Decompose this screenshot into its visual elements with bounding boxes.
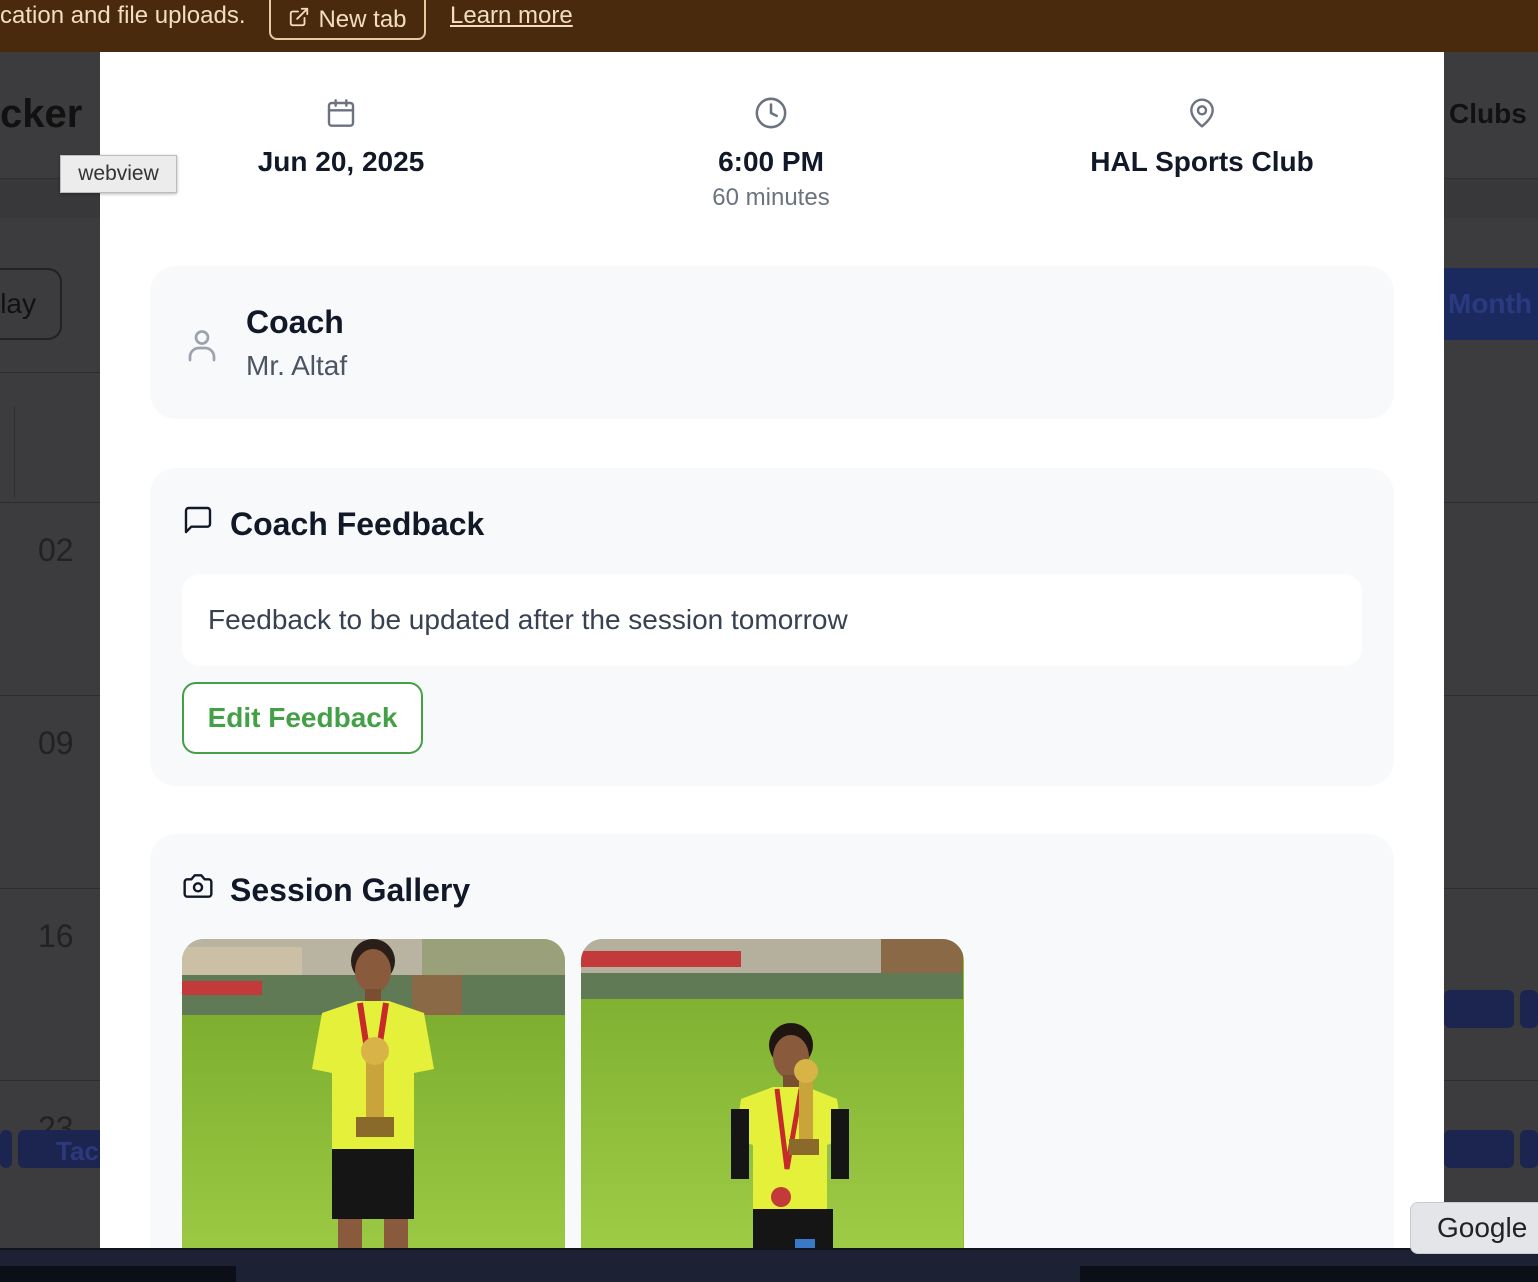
- webview-tooltip: webview: [60, 155, 177, 193]
- external-link-icon: [288, 6, 310, 35]
- notification-banner: cation and file uploads. New tab Learn m…: [0, 0, 1538, 52]
- session-date-info: Jun 20, 2025: [126, 96, 556, 178]
- gallery-heading: Session Gallery: [230, 871, 471, 908]
- day-view-button[interactable]: lay: [0, 268, 62, 340]
- gallery-photo[interactable]: [182, 939, 565, 1248]
- session-location-info: HAL Sports Club: [987, 96, 1417, 178]
- grid-line: [0, 1080, 100, 1081]
- grid-line: [1444, 1080, 1538, 1081]
- taskbar-segment: [1080, 1266, 1538, 1282]
- gallery-photo[interactable]: [581, 939, 964, 1248]
- grid-line: [0, 502, 100, 503]
- grid-line: [1444, 695, 1538, 696]
- app-title: cker: [0, 92, 83, 136]
- calendar-icon: [126, 96, 556, 132]
- event-chip[interactable]: [1520, 990, 1538, 1028]
- clock-icon: [556, 96, 986, 132]
- learn-more-link[interactable]: Learn more: [450, 2, 573, 30]
- grid-line: [14, 406, 15, 498]
- calendar-date: 09: [38, 725, 74, 761]
- gallery-heading-row: Session Gallery: [182, 870, 470, 910]
- new-tab-label: New tab: [318, 6, 407, 33]
- session-time-info: 6:00 PM 60 minutes: [556, 96, 986, 212]
- calendar-date: 02: [38, 532, 74, 568]
- coach-feedback-card: Coach Feedback Feedback to be updated af…: [150, 468, 1394, 786]
- grid-line: [0, 888, 100, 889]
- bottom-taskbar: [0, 1248, 1538, 1282]
- camera-icon: [182, 870, 214, 910]
- feedback-heading-row: Coach Feedback: [182, 504, 484, 544]
- edit-feedback-button[interactable]: Edit Feedback: [182, 682, 423, 754]
- event-chip[interactable]: [0, 1130, 12, 1168]
- banner-message: cation and file uploads.: [0, 2, 246, 29]
- event-chip[interactable]: [1520, 1130, 1538, 1168]
- grid-line: [0, 372, 100, 373]
- feedback-heading: Coach Feedback: [230, 505, 485, 542]
- grid-line: [1444, 502, 1538, 503]
- grid-line: [1444, 888, 1538, 889]
- session-detail-modal: Jun 20, 2025 6:00 PM 60 minutes HAL Spor…: [100, 52, 1444, 1248]
- google-chip[interactable]: Google: [1410, 1202, 1538, 1254]
- session-location: HAL Sports Club: [1090, 146, 1314, 177]
- event-chip-label: Tac: [56, 1136, 99, 1166]
- session-time: 6:00 PM: [718, 146, 824, 177]
- feedback-text: Feedback to be updated after the session…: [182, 574, 1362, 666]
- session-date: Jun 20, 2025: [257, 146, 425, 177]
- user-icon: [184, 326, 220, 369]
- coach-name: Mr. Altaf: [246, 350, 348, 381]
- clubs-nav-link[interactable]: Clubs: [1449, 98, 1527, 130]
- map-pin-icon: [987, 96, 1417, 132]
- event-chip[interactable]: [1444, 1130, 1514, 1168]
- session-gallery-card: Session Gallery: [150, 834, 1394, 1248]
- coach-card: Coach Mr. Altaf: [150, 266, 1394, 419]
- month-view-button[interactable]: Month: [1444, 268, 1538, 340]
- event-chip[interactable]: [1444, 990, 1514, 1028]
- coach-label: Coach: [246, 304, 344, 340]
- taskbar-segment: [0, 1266, 236, 1282]
- message-square-icon: [182, 504, 214, 544]
- calendar-date: 16: [38, 918, 74, 954]
- grid-line: [0, 695, 100, 696]
- session-duration: 60 minutes: [712, 184, 830, 211]
- new-tab-button[interactable]: New tab: [269, 0, 426, 40]
